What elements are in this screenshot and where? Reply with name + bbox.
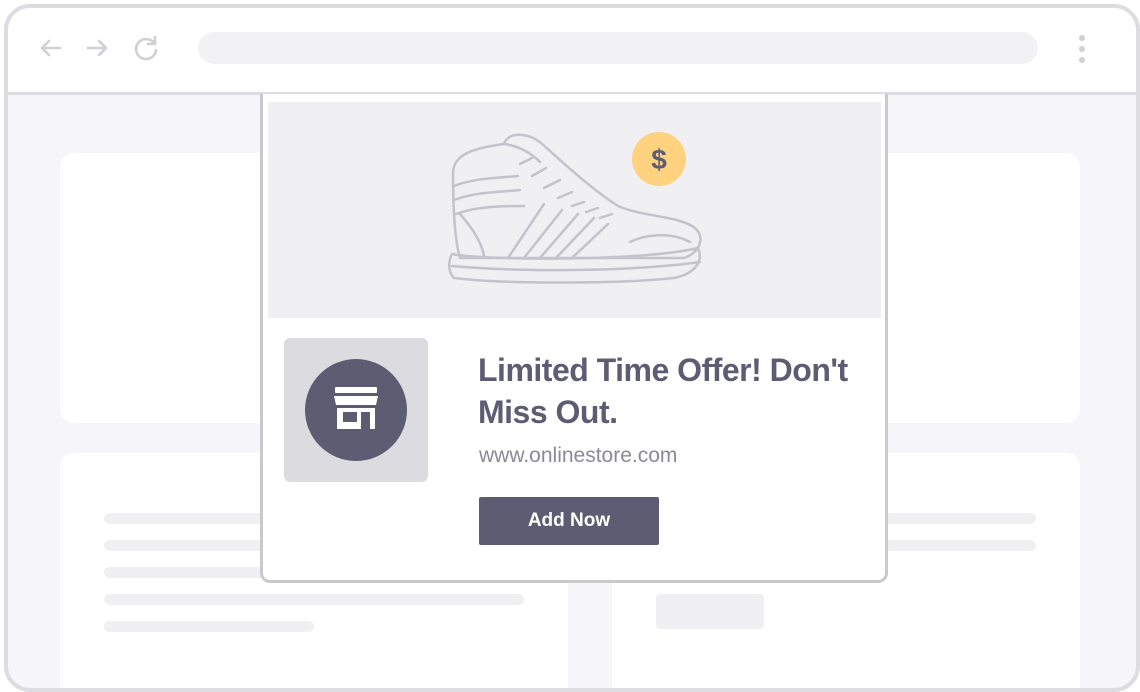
- add-now-button[interactable]: Add Now: [479, 497, 659, 545]
- vertical-dots-icon[interactable]: [1074, 32, 1090, 68]
- store-logo: [284, 338, 428, 482]
- arrow-left-icon[interactable]: [36, 34, 64, 62]
- ad-popup: $ Limited Time Offer! Don't Miss Out. ww…: [260, 94, 888, 583]
- reload-icon[interactable]: [132, 34, 160, 62]
- browser-toolbar: [8, 8, 1136, 95]
- ad-hero: $: [268, 102, 881, 318]
- placeholder-button: [656, 594, 764, 629]
- ad-headline: Limited Time Offer! Don't Miss Out.: [478, 352, 848, 430]
- storefront-icon: [334, 387, 378, 429]
- arrow-right-icon[interactable]: [84, 34, 112, 62]
- text-line: [104, 594, 524, 605]
- address-bar[interactable]: [198, 32, 1038, 64]
- text-line: [884, 540, 1036, 551]
- store-logo-circle: [305, 359, 407, 461]
- browser-window: $ Limited Time Offer! Don't Miss Out. ww…: [4, 4, 1140, 692]
- sneaker-icon: $: [448, 132, 702, 284]
- ad-url[interactable]: www.onlinestore.com: [479, 444, 677, 468]
- text-line: [884, 513, 1036, 524]
- text-line: [104, 621, 314, 632]
- price-badge: $: [651, 144, 667, 175]
